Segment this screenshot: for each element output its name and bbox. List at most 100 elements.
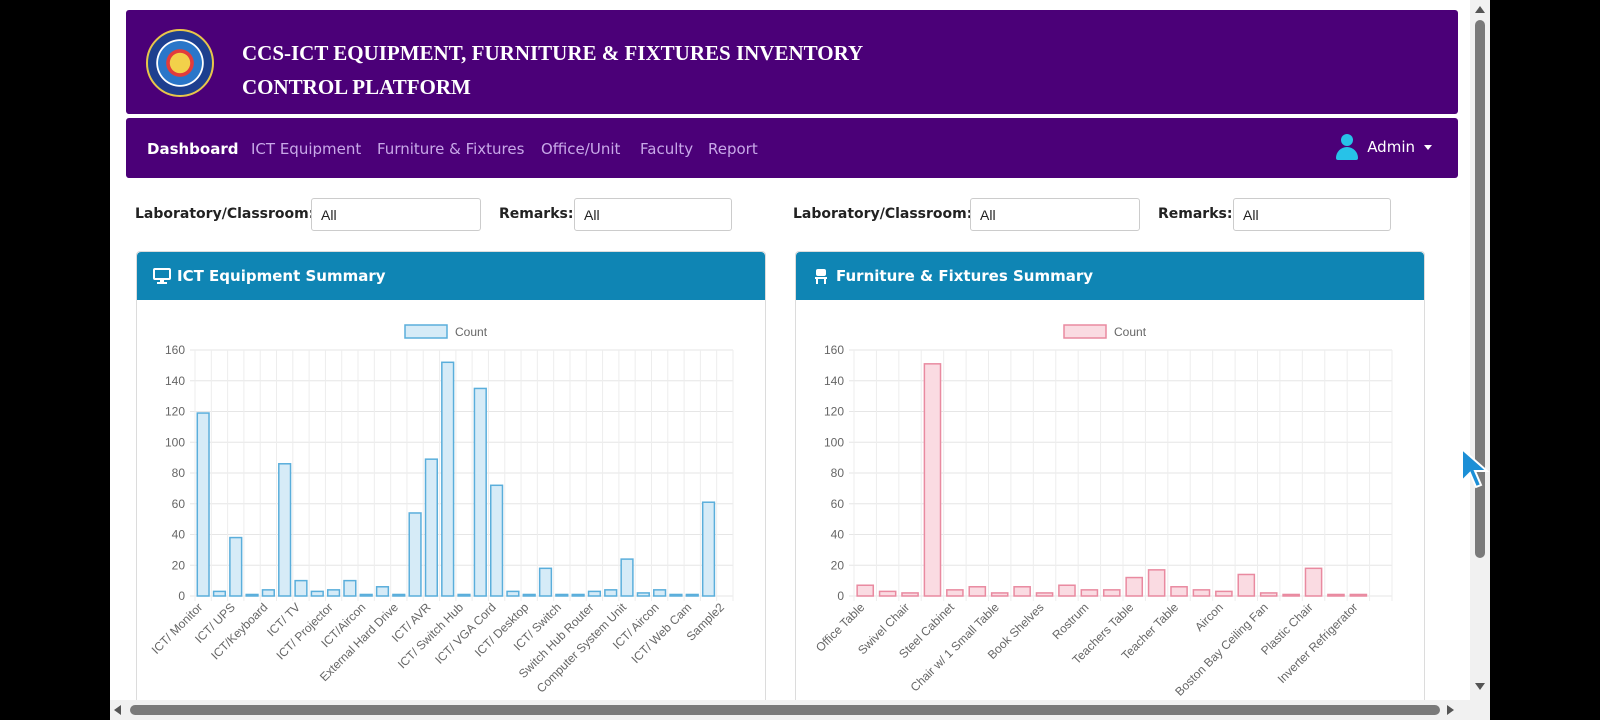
ict-bar-1[interactable] (212, 590, 227, 597)
furn-legend-swatch (1063, 324, 1107, 339)
furn-bar-10[interactable] (1080, 589, 1099, 597)
platform-title-line2: CONTROL PLATFORM (242, 75, 471, 99)
furn-bar-16[interactable] (1215, 590, 1233, 597)
furn-bar-0[interactable] (856, 584, 875, 597)
ict-bar-15[interactable] (441, 361, 455, 597)
ict-bar-24[interactable] (587, 590, 602, 597)
furn-bar-22[interactable] (1349, 593, 1368, 597)
admin-user-menu[interactable]: Admin (1335, 134, 1432, 160)
ict-bar-chart: Count020406080100120140160ICT/ MonitorIC… (149, 324, 734, 695)
furn-xtick-16: Aircon (1192, 600, 1226, 634)
ict-ytick-1: 20 (172, 558, 186, 572)
furn-bar-4[interactable] (946, 589, 964, 597)
furn-bar-17[interactable] (1237, 573, 1256, 597)
nav-faculty[interactable]: Faculty (640, 140, 693, 158)
ict-bar-9[interactable] (343, 579, 357, 597)
browser-viewport: CCS-ICT EQUIPMENT, FURNITURE & FIXTURES … (110, 0, 1490, 720)
ict-bar-16[interactable] (457, 593, 471, 597)
ict-bar-17[interactable] (473, 387, 487, 597)
header-banner: CCS-ICT EQUIPMENT, FURNITURE & FIXTURES … (126, 10, 1458, 114)
ict-bar-2[interactable] (229, 536, 243, 597)
ict-bar-6[interactable] (294, 579, 308, 597)
furn-bar-9[interactable] (1058, 584, 1076, 597)
nav-dashboard[interactable]: Dashboard (147, 140, 238, 158)
ict-bar-25[interactable] (604, 589, 618, 597)
furn-bar-15[interactable] (1192, 589, 1211, 597)
ict-bar-23[interactable] (571, 593, 585, 597)
scroll-up-icon[interactable] (1475, 6, 1485, 13)
ict-bar-29[interactable] (669, 593, 683, 597)
user-icon (1335, 134, 1359, 160)
furn-bar-21[interactable] (1327, 593, 1345, 597)
scroll-left-icon[interactable] (114, 705, 121, 715)
furn-ytick-4: 80 (831, 466, 845, 480)
ict-bar-26[interactable] (620, 558, 634, 597)
nav-report[interactable]: Report (708, 140, 758, 158)
ict-legend[interactable]: Count (404, 324, 488, 339)
ict-bar-13[interactable] (408, 512, 422, 597)
ict-ytick-0: 0 (178, 589, 185, 603)
furn-bar-5[interactable] (968, 586, 987, 597)
furn-bar-12[interactable] (1125, 576, 1144, 597)
ict-bar-11[interactable] (375, 586, 390, 597)
ict-legend-swatch (404, 324, 448, 339)
ict-summary-card: ICT Equipment Summary Count 0 20 40 60 80 100 1… (136, 251, 766, 720)
nav-furniture-fixtures[interactable]: Furniture & Fixtures (377, 140, 524, 158)
ict-lab-filter-label: Laboratory/Classroom: (135, 206, 315, 222)
ict-bar-3[interactable] (245, 593, 259, 597)
furn-bar-13[interactable] (1147, 569, 1166, 597)
ict-ytick-6: 120 (165, 405, 185, 419)
ict-remarks-filter-select[interactable]: All (574, 198, 732, 231)
scroll-down-icon[interactable] (1475, 683, 1485, 690)
furn-remarks-filter-select[interactable]: All (1233, 198, 1391, 231)
ict-bar-0[interactable] (196, 412, 210, 597)
furn-ytick-7: 140 (824, 374, 844, 388)
furn-bar-19[interactable] (1282, 593, 1300, 597)
furniture-summary-title: Furniture & Fixtures Summary (836, 267, 1094, 285)
ict-bar-14[interactable] (424, 458, 439, 597)
ict-bar-18[interactable] (489, 484, 504, 597)
nav-ict-equipment[interactable]: ICT Equipment (251, 140, 361, 158)
ict-bar-20[interactable] (522, 593, 536, 597)
ict-bar-28[interactable] (653, 589, 667, 597)
furn-bar-6[interactable] (990, 592, 1009, 597)
ict-bar-12[interactable] (392, 593, 406, 597)
ict-bar-7[interactable] (310, 590, 324, 597)
ict-bar-19[interactable] (506, 590, 520, 597)
furn-bar-20[interactable] (1304, 567, 1323, 597)
ict-lab-filter-select[interactable]: All (311, 198, 481, 231)
ict-bar-31[interactable] (701, 501, 716, 597)
monitor-icon (153, 268, 171, 284)
scroll-right-icon[interactable] (1447, 705, 1454, 715)
furniture-bar-chart: Count020406080100120140160Office TableSw… (813, 324, 1393, 699)
furn-xtick-10: Rostrum (1050, 600, 1092, 642)
furn-bar-18[interactable] (1259, 592, 1278, 597)
ict-bar-22[interactable] (555, 593, 569, 597)
furn-lab-filter-select[interactable]: All (970, 198, 1140, 231)
furn-bar-2[interactable] (901, 592, 919, 597)
furn-ytick-8: 160 (824, 343, 844, 357)
ict-ytick-7: 140 (165, 374, 185, 388)
furn-bar-3[interactable] (923, 363, 942, 597)
furn-legend[interactable]: Count (1063, 324, 1147, 339)
nav-office-unit[interactable]: Office/Unit (541, 140, 620, 158)
main-navbar: Dashboard ICT Equipment Furniture & Fixt… (126, 118, 1458, 178)
ict-remarks-filter-label: Remarks: (499, 206, 574, 222)
furn-lab-filter-label: Laboratory/Classroom: (793, 206, 973, 222)
ict-bar-8[interactable] (326, 589, 341, 597)
vertical-scrollbar[interactable] (1470, 0, 1490, 700)
horizontal-scroll-thumb[interactable] (130, 705, 1440, 715)
ict-bar-4[interactable] (261, 589, 275, 597)
ict-bar-30[interactable] (685, 593, 699, 597)
furn-ytick-3: 60 (831, 497, 845, 511)
furn-bar-14[interactable] (1170, 586, 1188, 597)
horizontal-scrollbar[interactable] (110, 700, 1490, 720)
furn-bar-8[interactable] (1035, 592, 1054, 597)
furn-bar-11[interactable] (1102, 589, 1121, 597)
ict-bar-10[interactable] (359, 593, 373, 597)
furn-bar-7[interactable] (1013, 586, 1031, 597)
ict-bar-21[interactable] (538, 567, 553, 597)
furn-bar-1[interactable] (878, 590, 897, 597)
ict-bar-27[interactable] (636, 592, 650, 597)
ict-bar-5[interactable] (278, 463, 292, 597)
